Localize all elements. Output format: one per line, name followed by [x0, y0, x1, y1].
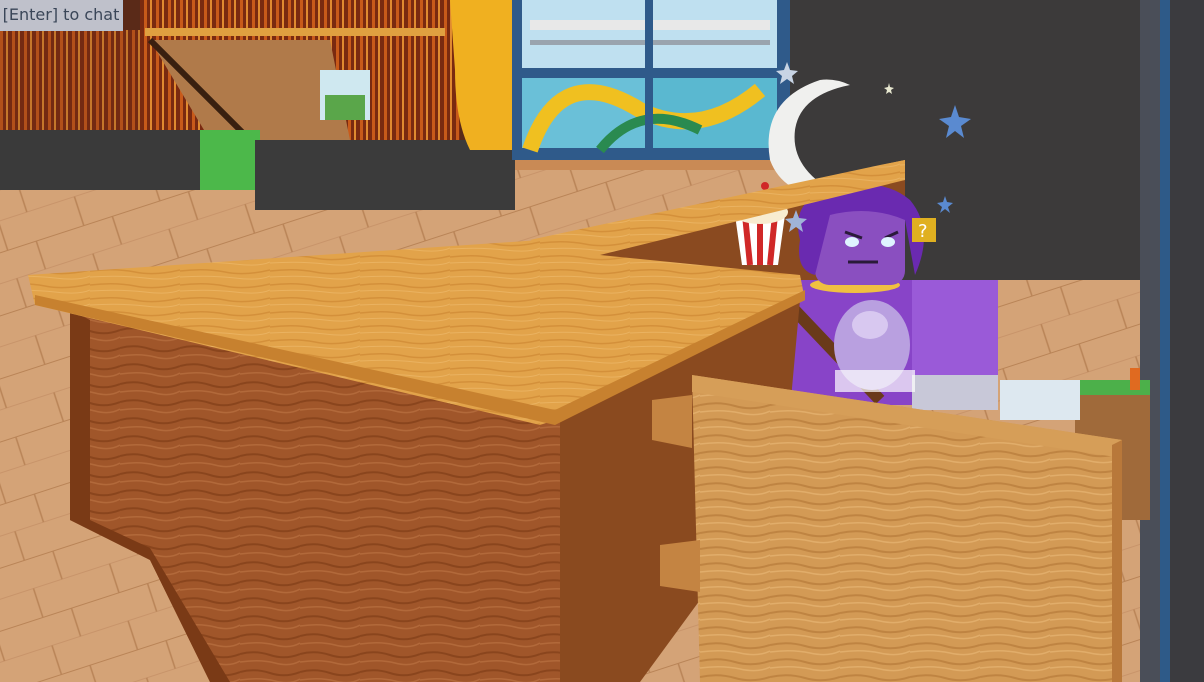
svg-text:?: ? [918, 221, 928, 242]
dark-wall-left [0, 130, 215, 190]
stadium-railing [145, 28, 445, 36]
chat-hint-button[interactable]: [Enter] to chat [0, 0, 123, 31]
game-viewport[interactable]: ? [0, 0, 1204, 682]
stadium-left-bleachers [0, 30, 160, 140]
dark-wall-center [255, 140, 515, 210]
